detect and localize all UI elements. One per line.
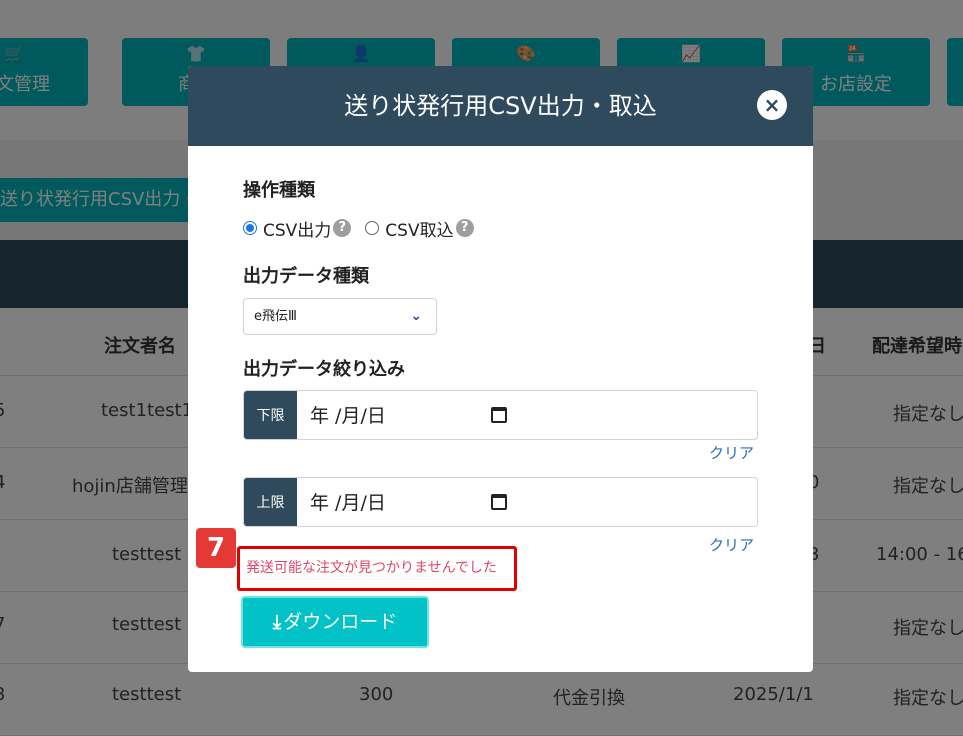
calendar-icon[interactable]: [491, 407, 507, 423]
close-button[interactable]: ×: [757, 90, 787, 120]
clear-upper-link[interactable]: クリア: [709, 534, 754, 555]
data-type-select[interactable]: e飛伝Ⅲ ⌄: [243, 298, 437, 335]
lower-bound-tag: 下限: [244, 391, 297, 439]
radio-csv-export[interactable]: [243, 221, 257, 235]
modal-title: 送り状発行用CSV出力・取込: [344, 92, 657, 120]
help-icon[interactable]: ?: [333, 219, 352, 237]
upper-bound-tag: 上限: [244, 478, 297, 526]
operation-radio-group: CSV出力 ? CSV取込 ?: [243, 216, 474, 241]
operation-type-label: 操作種類: [243, 180, 315, 201]
download-button[interactable]: ⤓ ダウンロード: [241, 596, 429, 648]
chevron-down-icon: ⌄: [410, 308, 422, 324]
lower-date-input[interactable]: 年 /月/日: [310, 391, 386, 439]
error-message-box: 発送可能な注文が見つかりませんでした: [237, 546, 517, 591]
download-icon: ⤓: [272, 611, 282, 633]
error-message: 発送可能な注文が見つかりませんでした: [246, 560, 497, 576]
calendar-icon[interactable]: [491, 494, 507, 510]
download-label: ダウンロード: [283, 611, 398, 633]
radio-csv-import-label[interactable]: CSV取込: [385, 216, 453, 241]
lower-date-field[interactable]: 下限 年 /月/日: [243, 390, 758, 440]
csv-modal: 送り状発行用CSV出力・取込 × 操作種類 CSV出力 ? CSV取込 ? 出力…: [188, 66, 813, 672]
clear-lower-link[interactable]: クリア: [709, 442, 754, 463]
upper-date-field[interactable]: 上限 年 /月/日: [243, 477, 758, 527]
radio-csv-export-label[interactable]: CSV出力: [263, 216, 331, 241]
step-number-badge: 7: [196, 528, 236, 568]
data-type-label: 出力データ種類: [243, 266, 369, 287]
upper-date-input[interactable]: 年 /月/日: [310, 478, 386, 526]
close-icon: ×: [763, 93, 781, 117]
radio-csv-import[interactable]: [365, 221, 380, 235]
modal-header: 送り状発行用CSV出力・取込 ×: [188, 66, 813, 146]
data-type-value: e飛伝Ⅲ: [254, 309, 297, 324]
filter-label: 出力データ絞り込み: [243, 359, 405, 380]
help-icon[interactable]: ?: [455, 219, 474, 237]
